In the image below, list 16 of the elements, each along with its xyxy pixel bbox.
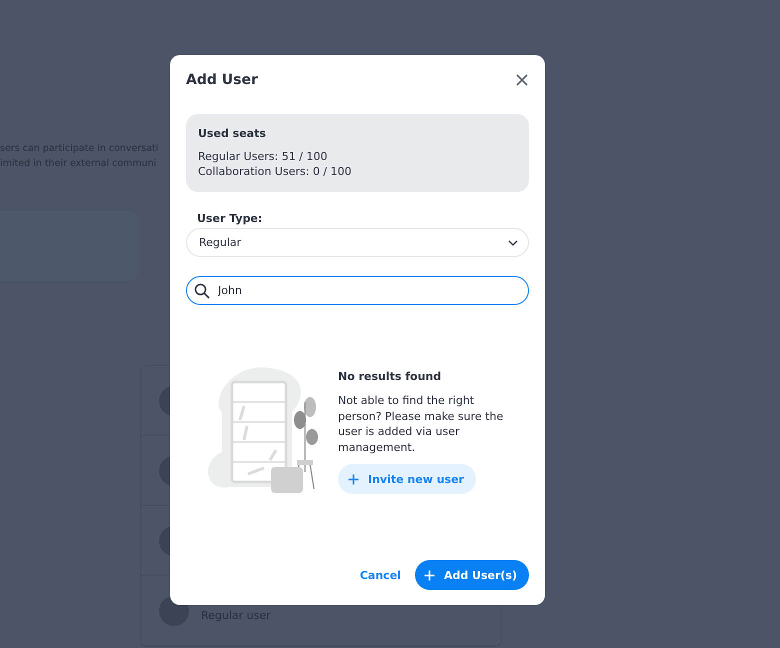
cancel-button[interactable]: Cancel bbox=[360, 568, 401, 582]
plus-icon bbox=[348, 474, 359, 484]
seats-heading: Used seats bbox=[198, 127, 267, 140]
seats-count: Regular Users: 51 / 100 bbox=[198, 149, 328, 164]
chevron-down-icon bbox=[508, 240, 518, 246]
add-users-button[interactable]: Add User(s) bbox=[414, 560, 529, 590]
search-icon bbox=[194, 283, 210, 299]
user-type-select[interactable]: Regular bbox=[186, 228, 529, 257]
empty-state-heading: No results found bbox=[338, 370, 442, 383]
empty-state-message: Not able to find the right person? Please make sure the user is added via user management. bbox=[338, 393, 504, 455]
user-type-label: User Type: bbox=[197, 212, 264, 225]
plus-icon bbox=[424, 570, 435, 580]
seats-count: Collaboration Users: 0 / 100 bbox=[198, 164, 353, 179]
close-icon[interactable] bbox=[515, 73, 529, 87]
dialog-title: Add User bbox=[186, 72, 258, 88]
invite-user-button[interactable]: Invite new user bbox=[338, 464, 476, 494]
